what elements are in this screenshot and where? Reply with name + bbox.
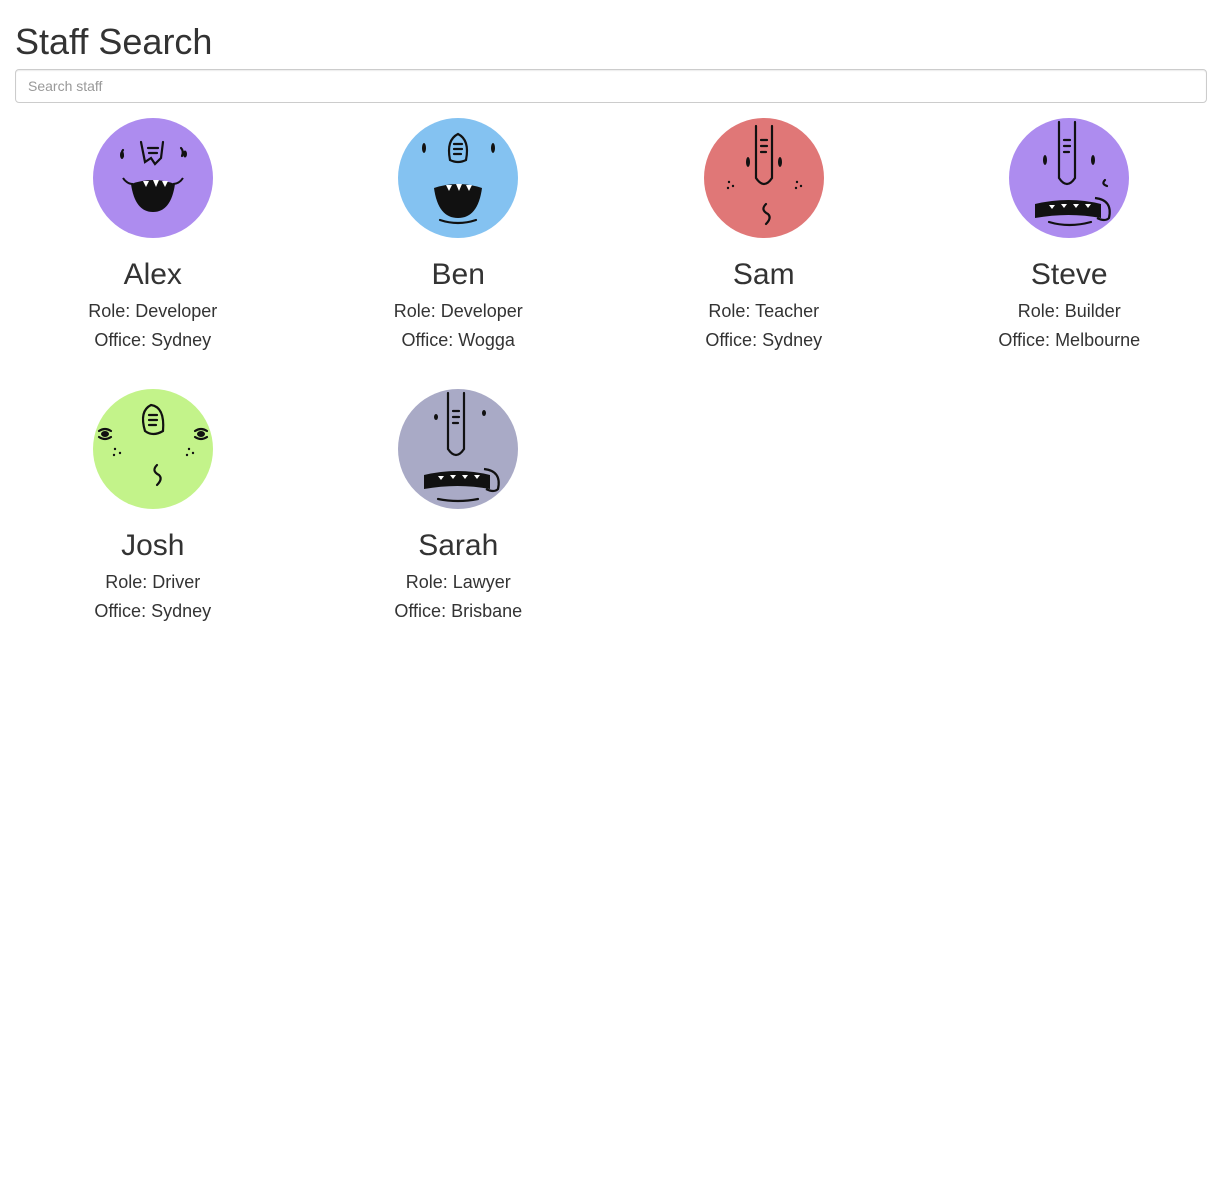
staff-office: Office: Melbourne: [917, 326, 1207, 355]
staff-search-page: Staff Search Alex: [0, 0, 1207, 660]
office-label: Office:: [394, 601, 452, 621]
staff-grid: Alex Role: Developer Office: Sydney Ben …: [0, 118, 1207, 660]
office-label: Office:: [94, 330, 152, 350]
search-input[interactable]: [15, 69, 1207, 103]
role-value: Teacher: [755, 301, 820, 321]
role-value: Driver: [152, 572, 201, 592]
role-value: Builder: [1064, 301, 1121, 321]
role-value: Lawyer: [452, 572, 511, 592]
office-value: Sydney: [762, 330, 823, 350]
staff-name: Ben: [431, 258, 485, 291]
office-label: Office:: [998, 330, 1056, 350]
staff-meta: Role: Builder Office: Melbourne: [917, 297, 1207, 355]
office-value: Sydney: [151, 330, 212, 350]
page-title: Staff Search: [15, 21, 213, 62]
staff-role: Role: Teacher: [611, 297, 917, 326]
role-value: Developer: [440, 301, 523, 321]
search-bar: [15, 69, 1207, 103]
role-label: Role:: [1017, 301, 1065, 321]
staff-role: Role: Lawyer: [306, 568, 612, 597]
avatar-alex: [92, 118, 213, 238]
role-value: Developer: [135, 301, 218, 321]
staff-card: Alex Role: Developer Office: Sydney: [0, 118, 306, 389]
office-value: Brisbane: [451, 601, 523, 621]
role-label: Role:: [88, 301, 136, 321]
office-label: Office:: [401, 330, 459, 350]
avatar-ben: [398, 118, 519, 238]
staff-name: Steve: [1030, 258, 1108, 291]
staff-name: Alex: [123, 258, 182, 291]
staff-role: Role: Developer: [0, 297, 306, 326]
staff-office: Office: Wogga: [306, 326, 612, 355]
avatar-josh: [92, 389, 213, 509]
role-label: Role:: [708, 301, 756, 321]
staff-role: Role: Developer: [306, 297, 612, 326]
staff-name: Josh: [121, 529, 185, 562]
office-value: Sydney: [151, 601, 212, 621]
staff-meta: Role: Teacher Office: Sydney: [611, 297, 917, 355]
staff-card: Sarah Role: Lawyer Office: Brisbane: [306, 389, 612, 660]
staff-card: Sam Role: Teacher Office: Sydney: [611, 118, 917, 389]
staff-office: Office: Sydney: [0, 597, 306, 626]
staff-office: Office: Sydney: [611, 326, 917, 355]
staff-card: Steve Role: Builder Office: Melbourne: [917, 118, 1207, 389]
staff-meta: Role: Lawyer Office: Brisbane: [306, 568, 612, 626]
staff-meta: Role: Developer Office: Wogga: [306, 297, 612, 355]
staff-name: Sarah: [418, 529, 499, 562]
avatar-sam: [703, 118, 824, 238]
staff-office: Office: Brisbane: [306, 597, 612, 626]
staff-office: Office: Sydney: [0, 326, 306, 355]
avatar-steve: [1009, 118, 1130, 238]
office-value: Melbourne: [1055, 330, 1141, 350]
staff-card: Ben Role: Developer Office: Wogga: [306, 118, 612, 389]
staff-card: Josh Role: Driver Office: Sydney: [0, 389, 306, 660]
office-value: Wogga: [458, 330, 515, 350]
staff-name: Sam: [732, 258, 795, 291]
role-label: Role:: [405, 572, 453, 592]
role-label: Role:: [393, 301, 441, 321]
office-label: Office:: [94, 601, 152, 621]
staff-meta: Role: Driver Office: Sydney: [0, 568, 306, 626]
role-label: Role:: [105, 572, 153, 592]
staff-role: Role: Driver: [0, 568, 306, 597]
staff-role: Role: Builder: [917, 297, 1207, 326]
staff-meta: Role: Developer Office: Sydney: [0, 297, 306, 355]
avatar-sarah: [398, 389, 519, 509]
office-label: Office:: [705, 330, 763, 350]
